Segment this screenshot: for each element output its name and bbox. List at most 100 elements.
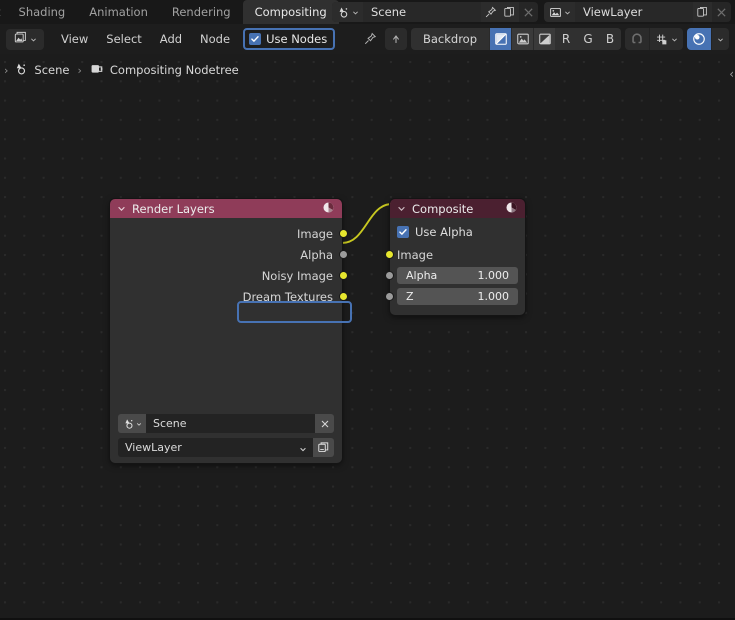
chevron-down-icon — [30, 37, 36, 42]
backdrop-controls: Backdrop R G B — [410, 28, 621, 50]
node-render-layers[interactable]: Render Layers Image Alpha Noisy Image Dr… — [110, 199, 352, 463]
input-socket-image[interactable] — [384, 250, 394, 259]
compositor-node-icon — [322, 201, 335, 217]
output-socket-dream-textures[interactable] — [338, 292, 348, 301]
node-title: Composite — [412, 201, 474, 216]
scene-icon[interactable] — [332, 2, 363, 22]
input-image[interactable]: Image — [384, 244, 518, 265]
go-to-parent-icon[interactable] — [384, 28, 407, 50]
workspace-tab-shading[interactable]: Shading — [7, 0, 78, 24]
chevron-down-icon[interactable] — [117, 202, 126, 216]
scene-name-field[interactable]: Scene — [146, 414, 315, 433]
nodetree-icon — [90, 62, 104, 79]
chevron-down-icon — [299, 443, 307, 456]
channel-color-button[interactable] — [511, 28, 533, 50]
workspace-tab-compositing[interactable]: Compositing — [242, 0, 339, 24]
scene-selector[interactable]: Scene — [332, 2, 538, 22]
chevron-down-icon — [718, 37, 723, 42]
compositor-header: View Select Add Node Use Nodes Backdrop … — [0, 24, 735, 54]
z-value-field[interactable]: Z 1.000 — [397, 288, 518, 305]
pin-icon[interactable] — [481, 2, 500, 22]
alpha-value-field[interactable]: Alpha 1.000 — [397, 267, 518, 284]
new-viewlayer-icon[interactable] — [693, 2, 712, 22]
breadcrumb-scene[interactable]: Scene — [34, 63, 69, 77]
unlink-scene-icon[interactable] — [519, 2, 538, 22]
x-icon[interactable] — [315, 414, 334, 433]
viewlayer-field-row: ViewLayer — [118, 438, 334, 457]
topbar: t Shading Animation Rendering Compositin… — [0, 0, 735, 24]
breadcrumb-nodetree[interactable]: Compositing Nodetree — [110, 63, 239, 77]
menu-node[interactable]: Node — [191, 29, 239, 50]
channel-blue-button[interactable]: B — [599, 28, 621, 50]
input-socket-alpha[interactable] — [384, 271, 394, 280]
new-viewlayer-icon[interactable] — [313, 438, 334, 457]
header-right-tools: Backdrop R G B — [359, 28, 729, 50]
scene-field-row: Scene — [118, 414, 334, 433]
input-alpha[interactable]: Alpha 1.000 — [384, 265, 518, 286]
checkbox-checked-icon[interactable] — [397, 226, 409, 238]
output-dream-textures[interactable]: Dream Textures — [110, 286, 348, 307]
output-alpha[interactable]: Alpha — [110, 244, 348, 265]
snap-type-dropdown[interactable] — [649, 28, 683, 50]
breadcrumb-collapse-icon[interactable]: › — [4, 64, 8, 77]
use-nodes-toggle[interactable]: Use Nodes — [243, 28, 336, 50]
workspace-tab-label: t — [0, 5, 1, 19]
node-footer-fields: Scene ViewLayer — [110, 414, 342, 457]
proportional-editing-controls — [687, 28, 729, 50]
new-scene-icon[interactable] — [500, 2, 519, 22]
output-noisy-image[interactable]: Noisy Image — [110, 265, 348, 286]
output-image[interactable]: Image — [110, 223, 348, 244]
workspace-tab-label: Compositing — [254, 5, 327, 19]
scene-name-field[interactable]: Scene — [363, 2, 481, 22]
alpha-value: 1.000 — [477, 269, 510, 282]
viewlayer-value: ViewLayer — [125, 441, 182, 454]
channel-green-button[interactable]: G — [577, 28, 599, 50]
input-z[interactable]: Z 1.000 — [384, 286, 518, 307]
chevron-down-icon[interactable] — [397, 202, 406, 216]
proportional-editing-icon[interactable] — [687, 28, 711, 50]
snapping-controls — [625, 28, 683, 50]
channel-color-alpha-button[interactable] — [489, 28, 511, 50]
node-header[interactable]: Render Layers — [110, 199, 342, 218]
blender-window: t Shading Animation Rendering Compositin… — [0, 0, 735, 620]
viewlayer-dropdown[interactable]: ViewLayer — [118, 438, 313, 457]
breadcrumb-separator: › — [77, 63, 82, 77]
workspace-tab-animation[interactable]: Animation — [77, 0, 160, 24]
node-composite[interactable]: Composite Use Alpha Image Alpha 1.000 Z … — [384, 199, 525, 315]
use-nodes-label: Use Nodes — [266, 32, 328, 46]
menu-view[interactable]: View — [52, 29, 97, 50]
workspace-tabs: t Shading Animation Rendering Compositin… — [0, 0, 379, 24]
workspace-tab-label: Animation — [89, 5, 148, 19]
channel-red-button[interactable]: R — [555, 28, 577, 50]
editor-type-dropdown[interactable] — [6, 28, 44, 50]
channel-alpha-button[interactable] — [533, 28, 555, 50]
falloff-type-dropdown[interactable] — [711, 28, 729, 50]
menu-add[interactable]: Add — [151, 29, 191, 50]
node-header[interactable]: Composite — [390, 199, 525, 218]
workspace-tab-clipped[interactable]: t — [0, 0, 7, 24]
backdrop-button[interactable]: Backdrop — [411, 28, 489, 50]
viewlayer-name-field[interactable]: ViewLayer — [575, 2, 693, 22]
z-label: Z — [406, 290, 414, 303]
workspace-tab-rendering[interactable]: Rendering — [160, 0, 243, 24]
use-alpha-row[interactable]: Use Alpha — [397, 223, 518, 241]
output-socket-alpha[interactable] — [338, 250, 348, 259]
viewlayer-selector[interactable]: ViewLayer — [544, 2, 731, 22]
output-socket-noisy-image[interactable] — [338, 271, 348, 280]
scene-icon[interactable] — [118, 414, 146, 433]
compositor-editor-icon — [14, 31, 28, 48]
pin-icon[interactable] — [359, 28, 381, 50]
breadcrumb: › Scene › Compositing Nodetree — [0, 56, 735, 84]
viewlayer-icon[interactable] — [544, 2, 575, 22]
checkbox-checked-icon — [249, 33, 262, 45]
input-label: Image — [397, 247, 434, 262]
node-editor-canvas[interactable]: ‹ Render Layers Image Alpha Noisy Image … — [0, 54, 735, 620]
compositor-node-icon — [505, 201, 518, 217]
use-alpha-label: Use Alpha — [415, 225, 473, 239]
output-label: Noisy Image — [261, 268, 333, 283]
magnet-icon[interactable] — [625, 28, 649, 50]
input-socket-z[interactable] — [384, 292, 394, 301]
remove-viewlayer-icon[interactable] — [712, 2, 731, 22]
output-socket-image[interactable] — [338, 229, 348, 238]
menu-select[interactable]: Select — [97, 29, 150, 50]
